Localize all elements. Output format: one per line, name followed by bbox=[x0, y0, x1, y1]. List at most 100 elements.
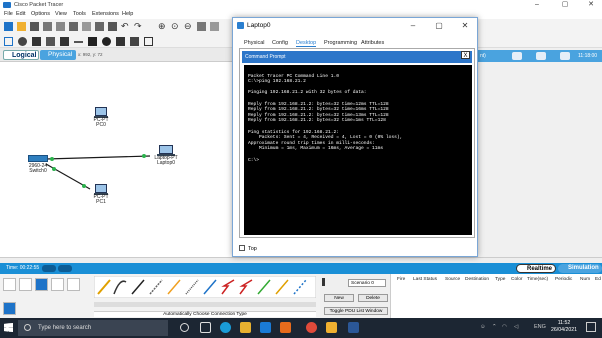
activity-wizard-icon[interactable] bbox=[56, 22, 65, 31]
zoom-out-icon[interactable]: ⊖ bbox=[184, 22, 193, 31]
paste-icon[interactable] bbox=[82, 22, 91, 31]
office-icon[interactable] bbox=[280, 322, 291, 333]
menu-options[interactable]: Options bbox=[31, 11, 50, 17]
toggle-pdu-button[interactable]: Toggle PDU List Window bbox=[324, 307, 388, 315]
volume-icon[interactable]: ◁ bbox=[514, 324, 518, 330]
show-hidden-icons[interactable]: ⌃ bbox=[492, 324, 497, 330]
custom-device-icon[interactable] bbox=[210, 22, 219, 31]
packet-tracer-taskbar-icon[interactable] bbox=[326, 322, 337, 333]
camera-icon[interactable] bbox=[536, 52, 546, 60]
misc-icon[interactable] bbox=[67, 278, 80, 291]
command-prompt-close-button[interactable]: X bbox=[461, 51, 470, 59]
laptop0-window: Laptop0 – ▢ ✕ Physical Config Desktop Pr… bbox=[232, 17, 478, 257]
device-pc1[interactable]: PC-PT PC1 bbox=[88, 184, 114, 205]
network-devices-icon[interactable] bbox=[3, 278, 16, 291]
scenario-select[interactable]: Scenario 0 bbox=[348, 279, 386, 287]
components-icon[interactable] bbox=[51, 278, 64, 291]
task-view-icon[interactable] bbox=[200, 322, 211, 333]
menu-help[interactable]: Help bbox=[122, 11, 133, 17]
physical-tab[interactable]: Physical bbox=[40, 50, 76, 60]
save-icon[interactable] bbox=[30, 22, 39, 31]
close-icon[interactable]: ✕ bbox=[580, 0, 602, 10]
window-title: Laptop0 bbox=[247, 22, 271, 29]
undo-icon[interactable]: ↶ bbox=[121, 22, 130, 31]
delete-icon[interactable] bbox=[32, 37, 41, 46]
people-icon[interactable]: ☺ bbox=[480, 324, 486, 330]
pdu-col: Source bbox=[445, 277, 461, 282]
zoom-in-icon[interactable]: ⊕ bbox=[158, 22, 167, 31]
simulation-button[interactable]: Simulation bbox=[558, 264, 602, 273]
freeform-icon[interactable] bbox=[116, 37, 125, 46]
end-devices-icon[interactable] bbox=[19, 278, 32, 291]
laptop-icon bbox=[159, 145, 173, 154]
open-folder-icon[interactable] bbox=[17, 22, 26, 31]
taskbar-clock[interactable]: 11:52 26/04/2021 bbox=[548, 320, 580, 334]
delete-scenario-button[interactable]: Delete bbox=[358, 294, 388, 302]
drawing-palette-icon[interactable] bbox=[197, 22, 206, 31]
inspect-icon[interactable] bbox=[18, 37, 27, 46]
draw-rectangle-icon[interactable] bbox=[88, 37, 97, 46]
device-pc0[interactable]: PC-PT PC0 bbox=[88, 107, 114, 128]
word-icon[interactable] bbox=[348, 322, 359, 333]
zoom-reset-icon[interactable]: ⊙ bbox=[171, 22, 180, 31]
select-icon[interactable] bbox=[4, 37, 13, 46]
menu-extensions[interactable]: Extensions bbox=[92, 11, 119, 17]
note-icon[interactable] bbox=[108, 22, 117, 31]
power-cycle-icon[interactable] bbox=[42, 265, 56, 272]
add-complex-pdu-icon[interactable] bbox=[144, 37, 153, 46]
terminal-output[interactable]: Packet Tracer PC Command Line 1.0 C:\>pin… bbox=[244, 65, 472, 235]
draw-line-icon[interactable] bbox=[74, 41, 83, 43]
tab-physical[interactable]: Physical bbox=[244, 40, 264, 46]
new-scenario-button[interactable]: New bbox=[324, 294, 354, 302]
device-name: PC0 bbox=[96, 122, 106, 128]
menu-tools[interactable]: Tools bbox=[73, 11, 86, 17]
file-explorer-icon[interactable] bbox=[240, 322, 251, 333]
connections-icon[interactable] bbox=[35, 278, 48, 291]
tab-programming[interactable]: Programming bbox=[324, 40, 357, 46]
grid-icon[interactable] bbox=[560, 52, 570, 60]
desktop-panel: Command Prompt X Packet Tracer PC Comman… bbox=[239, 48, 475, 238]
add-simple-pdu-icon[interactable] bbox=[130, 37, 139, 46]
checkbox-box[interactable] bbox=[239, 245, 245, 251]
realtime-button[interactable]: Realtime bbox=[516, 264, 557, 273]
maximize-icon[interactable]: ▢ bbox=[554, 0, 576, 10]
device-laptop0[interactable]: Laptop-PT Laptop0 bbox=[150, 145, 182, 166]
edge-icon[interactable] bbox=[220, 322, 231, 333]
menu-view[interactable]: View bbox=[55, 11, 67, 17]
clipboard-icon[interactable] bbox=[95, 22, 104, 31]
wifi-icon[interactable]: ◠ bbox=[502, 324, 507, 330]
redo-icon[interactable]: ↷ bbox=[134, 22, 143, 31]
link-status-dot bbox=[52, 167, 56, 171]
store-icon[interactable] bbox=[260, 322, 271, 333]
language-indicator[interactable]: ENG bbox=[534, 324, 546, 330]
top-checkbox-label: Top bbox=[248, 246, 257, 252]
resize-icon[interactable] bbox=[46, 37, 55, 46]
tab-desktop[interactable]: Desktop bbox=[296, 40, 317, 47]
palette-scrollbar[interactable] bbox=[94, 302, 316, 307]
taskbar-search-input[interactable]: Type here to search bbox=[18, 320, 168, 336]
tab-attributes[interactable]: Attributes bbox=[361, 40, 384, 46]
place-note-icon[interactable] bbox=[60, 37, 69, 46]
laptop-window-icon bbox=[237, 22, 244, 29]
new-file-icon[interactable] bbox=[4, 22, 13, 31]
maximize-icon[interactable]: ▢ bbox=[427, 18, 451, 34]
menu-edit[interactable]: Edit bbox=[16, 11, 25, 17]
fast-forward-icon[interactable] bbox=[58, 265, 72, 272]
logical-tab[interactable]: Logical bbox=[3, 50, 39, 60]
print-icon[interactable] bbox=[43, 22, 52, 31]
close-icon[interactable]: ✕ bbox=[453, 18, 477, 34]
tab-config[interactable]: Config bbox=[272, 40, 288, 46]
pc-icon bbox=[95, 107, 107, 116]
menu-file[interactable]: File bbox=[4, 11, 13, 17]
minimize-icon[interactable]: – bbox=[526, 0, 548, 10]
lightning-icon[interactable] bbox=[3, 302, 16, 315]
top-checkbox[interactable]: Top bbox=[239, 245, 257, 252]
cortana-icon[interactable] bbox=[180, 323, 189, 332]
notifications-icon[interactable] bbox=[586, 322, 596, 332]
minimize-icon[interactable]: – bbox=[401, 18, 425, 34]
viewport-icon[interactable] bbox=[512, 52, 522, 60]
draw-ellipse-icon[interactable] bbox=[102, 37, 111, 46]
chrome-icon[interactable] bbox=[306, 322, 317, 333]
copy-icon[interactable] bbox=[69, 22, 78, 31]
device-switch0[interactable]: 2960-24 Switch0 bbox=[24, 155, 52, 174]
